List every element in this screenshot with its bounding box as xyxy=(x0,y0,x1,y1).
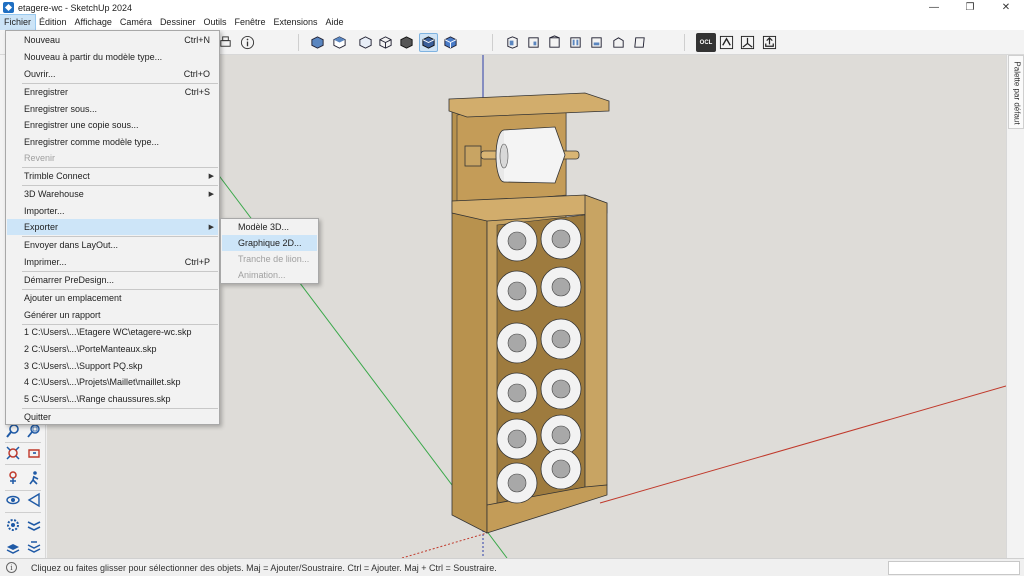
extension-tool-icon[interactable] xyxy=(717,33,736,52)
menu-item-enregistrer-copie[interactable]: Enregistrer une copie sous... xyxy=(7,117,218,133)
default-tray: Palette par défaut xyxy=(1006,55,1024,558)
measurements-box[interactable] xyxy=(888,561,1020,575)
walk-icon[interactable] xyxy=(25,469,43,487)
menu-item-ouvrir[interactable]: Ouvrir... Ctrl+O xyxy=(7,66,218,82)
menu-bar: Fichier Édition Affichage Caméra Dessine… xyxy=(0,14,1024,31)
menu-aide[interactable]: Aide xyxy=(322,15,348,30)
menu-extensions[interactable]: Extensions xyxy=(270,15,322,30)
tray-label: Palette par défaut xyxy=(1012,61,1022,125)
front-view-icon[interactable] xyxy=(503,33,522,52)
submenu-arrow-icon: ▶ xyxy=(208,191,214,198)
look-around-icon[interactable] xyxy=(4,491,22,509)
tray-tab[interactable]: Palette par défaut xyxy=(1008,55,1024,129)
menu-item-ajouter-emplacement[interactable]: Ajouter un emplacement xyxy=(7,290,218,306)
axes-tool-icon[interactable] xyxy=(738,33,757,52)
menu-item-recent-5[interactable]: 5 C:\Users\...\Range chaussures.skp xyxy=(7,391,218,407)
status-text: Cliquez ou faites glisser pour sélection… xyxy=(31,562,497,573)
red-axis xyxy=(599,385,1006,504)
section-view-icon[interactable] xyxy=(609,33,628,52)
zoom-extents-icon[interactable] xyxy=(4,444,22,462)
submenu-item-tranche: Tranche de liion... xyxy=(238,254,310,264)
back-view-icon[interactable] xyxy=(545,33,564,52)
close-button[interactable]: ✕ xyxy=(988,0,1024,15)
maximize-button[interactable]: ❐ xyxy=(952,0,988,15)
wireframe-style-icon[interactable] xyxy=(376,33,395,52)
menu-dessiner[interactable]: Dessiner xyxy=(156,15,200,30)
left-view-icon[interactable] xyxy=(566,33,585,52)
menu-item-exporter[interactable]: Exporter ▶ xyxy=(7,219,218,235)
menu-item-predesign[interactable]: Démarrer PreDesign... xyxy=(7,272,218,288)
window-title: etagere-wc - SketchUp 2024 xyxy=(18,2,133,13)
submenu-item-animation: Animation... xyxy=(238,270,286,280)
menu-item-recent-2[interactable]: 2 C:\Users\...\PorteManteaux.skp xyxy=(7,341,218,357)
menu-item-recent-1[interactable]: 1 C:\Users\...\Etagere WC\etagere-wc.skp xyxy=(7,324,218,340)
bottom-view-icon[interactable] xyxy=(587,33,606,52)
status-bar: i Cliquez ou faites glisser pour sélecti… xyxy=(0,558,1024,576)
menu-item-nouveau[interactable]: Nouveau Ctrl+N xyxy=(7,32,218,48)
menu-item-importer[interactable]: Importer... xyxy=(7,203,218,219)
submenu-item-graphique-2d[interactable]: Graphique 2D... xyxy=(222,235,317,251)
menu-outils[interactable]: Outils xyxy=(199,15,230,30)
minimize-button[interactable]: — xyxy=(916,0,952,15)
previous-view-icon[interactable] xyxy=(25,444,43,462)
menu-fenetre[interactable]: Fenêtre xyxy=(230,15,269,30)
textured-style-icon[interactable] xyxy=(441,33,460,52)
position-camera-icon[interactable] xyxy=(4,469,22,487)
menu-item-trimble-connect[interactable]: Trimble Connect ▶ xyxy=(7,168,218,184)
shaded-style-icon[interactable] xyxy=(419,33,438,52)
menu-item-recent-4[interactable]: 4 C:\Users\...\Projets\Maillet\maillet.s… xyxy=(7,374,218,390)
submenu-arrow-icon: ▶ xyxy=(208,173,214,180)
menu-item-envoyer-layout[interactable]: Envoyer dans LayOut... xyxy=(7,237,218,253)
menu-item-enregistrer[interactable]: Enregistrer Ctrl+S xyxy=(7,84,218,100)
menu-affichage[interactable]: Affichage xyxy=(71,15,116,30)
settings-gear-icon[interactable] xyxy=(4,516,22,534)
red-axis-negative xyxy=(401,532,488,558)
right-view-icon[interactable] xyxy=(524,33,543,52)
model-info-icon[interactable] xyxy=(238,33,257,52)
perspective-view-icon[interactable] xyxy=(630,33,649,52)
export-submenu: Modèle 3D... Graphique 2D... Tranche de … xyxy=(220,218,319,284)
iso-view-icon[interactable] xyxy=(308,33,327,52)
title-bar: etagere-wc - SketchUp 2024 — ❐ ✕ xyxy=(0,0,1024,15)
menu-item-generer-rapport[interactable]: Générer un rapport xyxy=(7,307,218,323)
menu-item-recent-3[interactable]: 3 C:\Users\...\Support PQ.skp xyxy=(7,358,218,374)
menu-item-3d-warehouse[interactable]: 3D Warehouse ▶ xyxy=(7,186,218,202)
xray-style-icon[interactable] xyxy=(356,33,375,52)
share-export-icon[interactable] xyxy=(760,33,779,52)
hidden-line-style-icon[interactable] xyxy=(397,33,416,52)
menu-item-enregistrer-sous[interactable]: Enregistrer sous... xyxy=(7,101,218,117)
menu-item-quitter[interactable]: Quitter xyxy=(7,409,218,425)
menu-item-imprimer[interactable]: Imprimer... Ctrl+P xyxy=(7,254,218,270)
menu-item-nouveau-modele[interactable]: Nouveau à partir du modèle type... xyxy=(7,49,218,65)
submenu-arrow-icon: ▶ xyxy=(208,224,214,231)
menu-camera[interactable]: Caméra xyxy=(116,15,156,30)
ocl-extension-icon[interactable]: OCL xyxy=(696,33,716,52)
top-view-icon[interactable] xyxy=(330,33,349,52)
menu-item-enregistrer-modele-type[interactable]: Enregistrer comme modèle type... xyxy=(7,134,218,150)
submenu-item-modele-3d[interactable]: Modèle 3D... xyxy=(222,219,317,235)
section-plane-icon[interactable] xyxy=(25,491,43,509)
sketchup-logo-icon xyxy=(3,2,14,13)
file-menu: Nouveau Ctrl+N Nouveau à partir du modèle… xyxy=(5,30,220,425)
layers-tool-icon[interactable] xyxy=(4,538,22,556)
stamp-tool-icon[interactable] xyxy=(25,538,43,556)
menu-item-revenir: Revenir xyxy=(24,153,56,163)
sandbox-tool-icon[interactable] xyxy=(25,516,43,534)
info-icon[interactable]: i xyxy=(6,562,17,573)
menu-fichier[interactable]: Fichier xyxy=(0,14,37,31)
window-controls: — ❐ ✕ xyxy=(916,0,1024,15)
menu-edition[interactable]: Édition xyxy=(35,15,71,30)
